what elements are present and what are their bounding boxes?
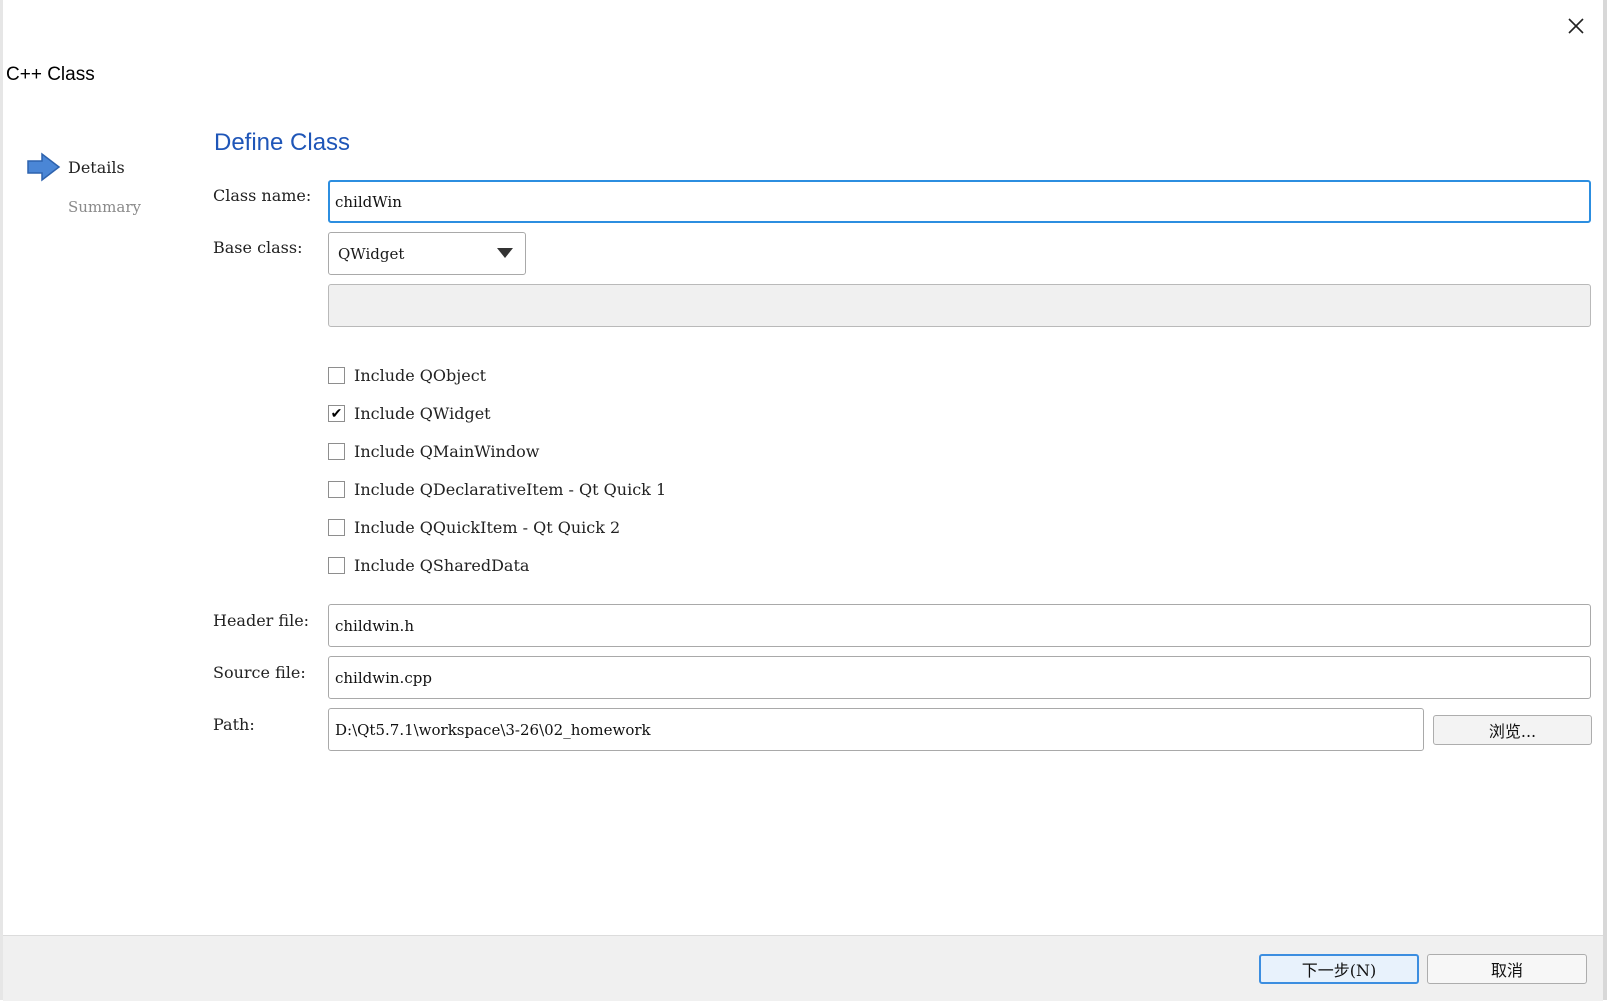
checkbox-include-qobject[interactable]: Include QObject	[328, 366, 486, 385]
base-class-select[interactable]: QWidget	[328, 232, 526, 275]
checkbox-label: Include QWidget	[354, 404, 491, 423]
checkbox-include-qshareddata[interactable]: Include QSharedData	[328, 556, 529, 575]
window-right-edge	[1603, 0, 1607, 1000]
checkbox-box[interactable]	[328, 519, 345, 536]
next-button[interactable]: 下一步(N)	[1259, 954, 1419, 984]
checkbox-box[interactable]	[328, 367, 345, 384]
arrow-right-icon	[26, 152, 62, 186]
nav-item-details: Details	[68, 158, 125, 177]
source-file-label: Source file:	[213, 663, 306, 682]
checkbox-label: Include QMainWindow	[354, 442, 540, 461]
class-name-input[interactable]	[328, 180, 1591, 223]
browse-button[interactable]: 浏览...	[1433, 715, 1592, 745]
path-input[interactable]	[328, 708, 1424, 751]
checkbox-include-qquickitem[interactable]: Include QQuickItem - Qt Quick 2	[328, 518, 620, 537]
checkbox-include-qdeclarativeitem[interactable]: Include QDeclarativeItem - Qt Quick 1	[328, 480, 666, 499]
source-file-input[interactable]	[328, 656, 1591, 699]
close-button[interactable]	[1560, 10, 1592, 42]
checkbox-box[interactable]	[328, 443, 345, 460]
nav-item-summary: Summary	[68, 198, 141, 216]
path-label: Path:	[213, 715, 255, 734]
chevron-down-icon	[497, 248, 513, 258]
header-file-label: Header file:	[213, 611, 310, 630]
checkbox-box[interactable]	[328, 557, 345, 574]
checkbox-label: Include QSharedData	[354, 556, 530, 575]
class-name-label: Class name:	[213, 186, 312, 205]
close-icon	[1568, 18, 1584, 34]
checkbox-include-qwidget[interactable]: ✔ Include QWidget	[328, 404, 491, 423]
checkbox-box[interactable]: ✔	[328, 405, 345, 422]
window-left-edge	[0, 0, 3, 1000]
window-title: C++ Class	[6, 64, 95, 85]
page-title: Define Class	[214, 129, 351, 156]
check-icon: ✔	[330, 405, 343, 422]
checkbox-label: Include QObject	[354, 366, 487, 385]
checkbox-include-qmainwindow[interactable]: Include QMainWindow	[328, 442, 539, 461]
checkbox-label: Include QQuickItem - Qt Quick 2	[354, 518, 621, 537]
custom-base-class-input	[328, 284, 1591, 327]
base-class-label: Base class:	[213, 238, 303, 257]
checkbox-label: Include QDeclarativeItem - Qt Quick 1	[354, 480, 667, 499]
header-file-input[interactable]	[328, 604, 1591, 647]
checkbox-box[interactable]	[328, 481, 345, 498]
base-class-value: QWidget	[338, 244, 405, 263]
cancel-button[interactable]: 取消	[1427, 954, 1587, 984]
